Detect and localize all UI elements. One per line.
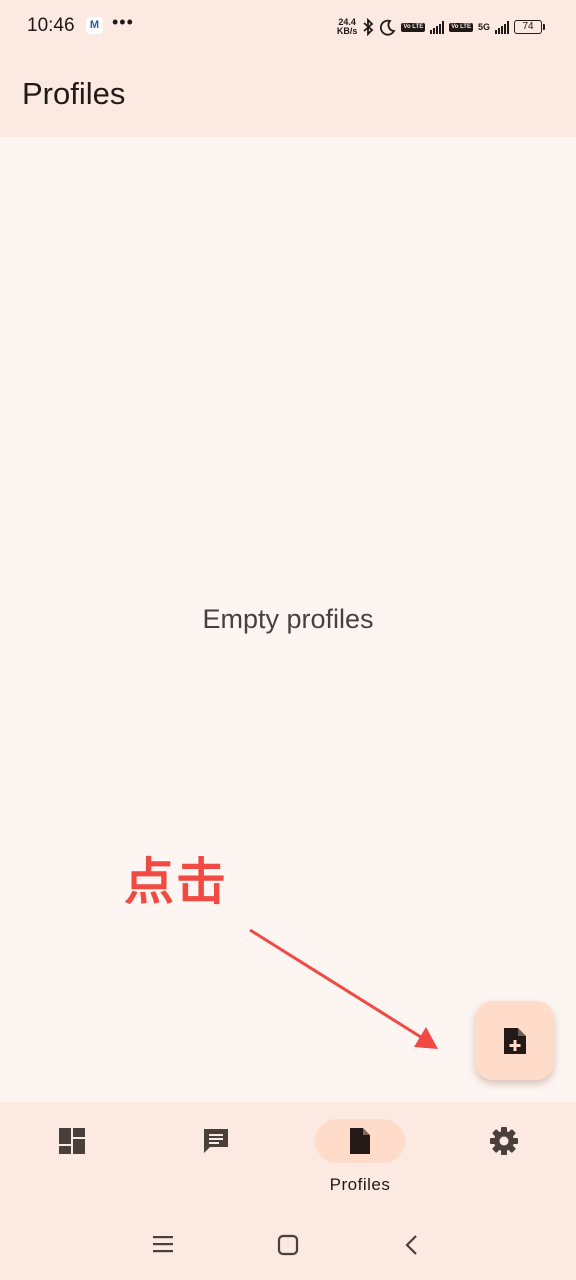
- volte-icon: Vo LTE: [401, 22, 426, 32]
- page-title: Profiles: [22, 76, 126, 111]
- status-bar: 10:46 M ••• 24.4 KB/s Vo LTE Vo LTE 5G 7…: [0, 0, 576, 52]
- moon-icon: [380, 19, 396, 35]
- dashboard-icon: [59, 1128, 85, 1154]
- more-notifications-icon: •••: [112, 12, 134, 32]
- volte-icon-2: Vo LTE: [449, 22, 473, 32]
- annotation-arrow-icon: [249, 928, 438, 1049]
- file-icon: [350, 1128, 370, 1154]
- menu-icon[interactable]: [152, 1234, 174, 1254]
- home-icon[interactable]: [277, 1234, 299, 1256]
- signal-icon-2: [495, 20, 509, 34]
- battery-icon: 74: [514, 20, 545, 34]
- bottom-navigation: Profiles: [0, 1102, 576, 1210]
- network-type: 5G: [477, 21, 490, 32]
- settings-icon: [490, 1127, 518, 1155]
- nav-item-profiles[interactable]: Profiles: [288, 1102, 432, 1210]
- nav-pill: [459, 1119, 549, 1163]
- nav-item-messages[interactable]: [144, 1102, 288, 1210]
- network-speed: 24.4 KB/s: [337, 18, 358, 36]
- top-app-bar: Profiles: [0, 52, 576, 137]
- new-file-icon: [503, 1027, 526, 1054]
- add-profile-button[interactable]: [475, 1001, 554, 1080]
- back-icon[interactable]: [404, 1234, 420, 1256]
- nav-pill: [171, 1119, 261, 1163]
- network-type-label: 5G: [477, 21, 490, 32]
- nav-pill-active: [315, 1119, 405, 1163]
- bluetooth-icon: [363, 18, 374, 36]
- mail-notification-icon: M: [86, 17, 103, 34]
- nav-item-dashboard[interactable]: [0, 1102, 144, 1210]
- status-time: 10:46: [27, 15, 75, 36]
- signal-icon: [430, 20, 445, 34]
- profiles-list-area: Empty profiles 点击: [0, 137, 576, 1102]
- nav-item-settings[interactable]: [432, 1102, 576, 1210]
- status-indicators: 24.4 KB/s Vo LTE Vo LTE 5G 74: [337, 16, 545, 38]
- message-icon: [204, 1129, 228, 1153]
- nav-label-profiles: Profiles: [329, 1175, 391, 1194]
- network-speed-unit: KB/s: [336, 26, 358, 36]
- nav-pill: [27, 1119, 117, 1163]
- system-navigation-bar: [0, 1210, 576, 1280]
